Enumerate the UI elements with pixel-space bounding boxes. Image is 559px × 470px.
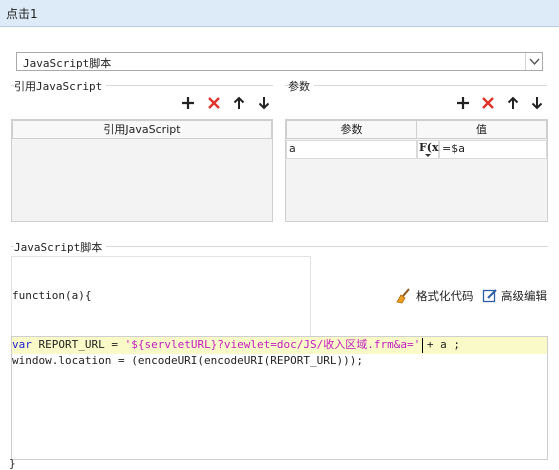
arrow-down-icon[interactable]: [256, 95, 272, 111]
advanced-edit-button[interactable]: 高级编辑: [482, 288, 547, 304]
params-group-divider: [285, 85, 547, 86]
params-group-label: 参数: [288, 78, 314, 94]
script-type-value: JavaScript脚本: [23, 57, 112, 70]
title-bar: 点击1: [0, 0, 559, 27]
format-code-label: 格式化代码: [416, 289, 474, 303]
broom-icon: [395, 288, 413, 304]
delete-icon[interactable]: [480, 95, 496, 111]
add-icon[interactable]: [455, 95, 471, 111]
dialog-title: 点击1: [6, 7, 38, 21]
param-name-cell[interactable]: a: [286, 140, 417, 159]
advanced-edit-label: 高级编辑: [501, 289, 547, 303]
code-rest: + a ;: [420, 338, 461, 351]
ref-js-table[interactable]: 引用JavaScript: [11, 119, 273, 222]
function-closing-brace: }: [9, 457, 16, 470]
code-line-2: window.location = (encodeURI(encodeURI(R…: [12, 354, 363, 367]
code-string: '${servletURL}?viewlet=doc/JS/收入区域.frm&a…: [124, 338, 421, 351]
param-name-column-header: 参数: [286, 120, 417, 139]
param-value-cell[interactable]: =$a: [439, 140, 547, 159]
formula-icon[interactable]: F(x): [417, 140, 444, 159]
function-header-panel: function(a){: [11, 256, 311, 336]
text-cursor: [422, 338, 423, 353]
arrow-down-icon[interactable]: [529, 95, 545, 111]
code-keyword: var: [12, 338, 32, 351]
delete-icon[interactable]: [206, 95, 222, 111]
arrow-up-icon[interactable]: [505, 95, 521, 111]
chevron-down-icon[interactable]: [525, 53, 542, 70]
arrow-up-icon[interactable]: [231, 95, 247, 111]
add-icon[interactable]: [180, 95, 196, 111]
code-editor[interactable]: var REPORT_URL = '${servletURL}?viewlet=…: [11, 336, 548, 460]
ref-group-label: 引用JavaScript: [14, 78, 107, 94]
script-group-label: JavaScript脚本: [14, 239, 107, 255]
format-code-button[interactable]: 格式化代码: [395, 288, 474, 304]
script-type-select[interactable]: JavaScript脚本: [16, 52, 543, 71]
code-line-1: var REPORT_URL = '${servletURL}?viewlet=…: [12, 337, 547, 354]
edit-icon: [482, 288, 498, 304]
params-table[interactable]: 参数 值 a F(x) =$a: [285, 119, 548, 222]
code-identifier: REPORT_URL =: [31, 338, 125, 351]
function-signature: function(a){: [12, 289, 92, 302]
param-value-column-header: 值: [416, 120, 547, 139]
ref-js-column-header: 引用JavaScript: [12, 120, 272, 139]
